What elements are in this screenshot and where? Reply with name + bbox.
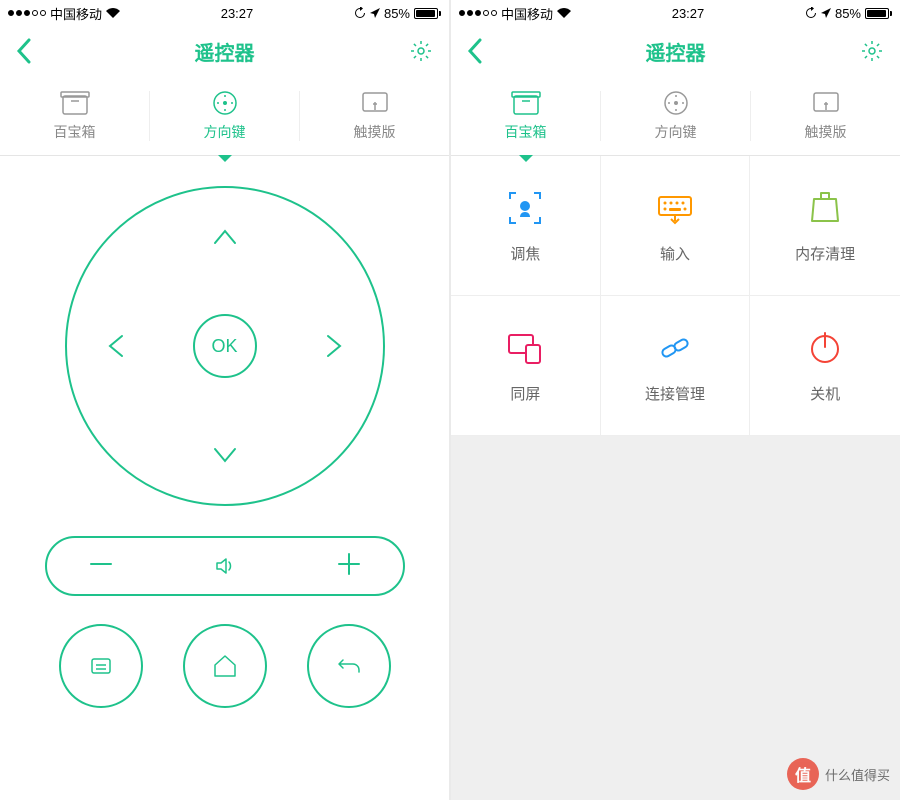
- tool-clean[interactable]: 内存清理: [750, 156, 900, 296]
- back-button[interactable]: [467, 38, 483, 64]
- tab-label: 百宝箱: [505, 122, 547, 142]
- watermark: 值 什么值得买: [787, 758, 890, 790]
- watermark-badge: 值: [787, 758, 819, 790]
- back-button[interactable]: [16, 38, 32, 64]
- tab-toolbox[interactable]: 百宝箱: [451, 76, 600, 155]
- settings-button[interactable]: [860, 39, 884, 63]
- signal-dots-icon: [8, 10, 46, 16]
- wifi-icon: [557, 8, 571, 18]
- box-icon: [60, 90, 90, 116]
- speaker-icon: [211, 552, 239, 580]
- chevron-left-icon: [102, 331, 132, 361]
- chevron-right-icon: [318, 331, 348, 361]
- battery-icon: [414, 8, 441, 19]
- signal-dots-icon: [459, 10, 497, 16]
- settings-button[interactable]: [409, 39, 433, 63]
- minus-icon: [87, 550, 115, 578]
- dpad-down-button[interactable]: [210, 439, 240, 469]
- screen-dpad: 中国移动 23:27 85% 遥控器 百宝箱: [0, 0, 449, 800]
- battery-icon: [865, 8, 892, 19]
- tab-label: 触摸版: [354, 122, 396, 142]
- back-nav-button[interactable]: [307, 624, 391, 708]
- dpad-ring: OK: [65, 186, 385, 506]
- clock-label: 23:27: [672, 6, 705, 21]
- tool-power[interactable]: 关机: [750, 296, 900, 436]
- carrier-label: 中国移动: [501, 4, 553, 23]
- wifi-icon: [106, 8, 120, 18]
- menu-button[interactable]: [59, 624, 143, 708]
- volume-control: [45, 536, 405, 596]
- status-bar: 中国移动 23:27 85%: [451, 0, 900, 26]
- mirror-icon: [504, 327, 546, 369]
- tool-label: 连接管理: [645, 383, 705, 404]
- ok-label: OK: [211, 336, 237, 357]
- location-icon: [370, 8, 380, 18]
- volume-up-button[interactable]: [335, 550, 363, 583]
- tab-dpad[interactable]: 方向键: [601, 76, 750, 155]
- chevron-down-icon: [210, 439, 240, 469]
- tools-grid: 调焦 输入 内存清理 同屏 连接管理: [451, 156, 900, 436]
- watermark-text: 什么值得买: [825, 765, 890, 784]
- box-icon: [511, 90, 541, 116]
- home-icon: [209, 650, 241, 682]
- dpad-up-button[interactable]: [210, 223, 240, 253]
- tool-label: 调焦: [510, 243, 540, 264]
- screen-toolbox: 中国移动 23:27 85% 遥控器 百宝箱: [451, 0, 900, 800]
- tabs-row: 百宝箱 方向键 触摸版: [451, 76, 900, 156]
- nav-header: 遥控器: [0, 26, 449, 76]
- status-bar: 中国移动 23:27 85%: [0, 0, 449, 26]
- tab-dpad[interactable]: 方向键: [150, 76, 299, 155]
- page-title: 遥控器: [195, 37, 255, 66]
- refresh-icon: [354, 7, 366, 19]
- dpad-ok-button[interactable]: OK: [193, 314, 257, 378]
- tab-touchpad[interactable]: 触摸版: [751, 76, 900, 155]
- tool-label: 关机: [810, 383, 840, 404]
- dpad-right-button[interactable]: [318, 331, 348, 361]
- battery-pct: 85%: [384, 6, 410, 21]
- touchpad-icon: [811, 90, 841, 116]
- tab-toolbox[interactable]: 百宝箱: [0, 76, 149, 155]
- bottom-buttons: [59, 624, 391, 708]
- dpad-icon: [661, 90, 691, 116]
- tool-mirror[interactable]: 同屏: [451, 296, 601, 436]
- tab-label: 百宝箱: [54, 122, 96, 142]
- menu-icon: [85, 650, 117, 682]
- tab-label: 方向键: [655, 122, 697, 142]
- plus-icon: [335, 550, 363, 578]
- tool-label: 输入: [660, 243, 690, 264]
- refresh-icon: [805, 7, 817, 19]
- tabs-row: 百宝箱 方向键 触摸版: [0, 76, 449, 156]
- link-icon: [654, 327, 696, 369]
- chevron-up-icon: [210, 223, 240, 253]
- tool-link[interactable]: 连接管理: [601, 296, 751, 436]
- nav-header: 遥控器: [451, 26, 900, 76]
- tool-focus[interactable]: 调焦: [451, 156, 601, 296]
- home-button[interactable]: [183, 624, 267, 708]
- dpad-left-button[interactable]: [102, 331, 132, 361]
- focus-icon: [504, 187, 546, 229]
- carrier-label: 中国移动: [50, 4, 102, 23]
- power-icon: [804, 327, 846, 369]
- touchpad-icon: [360, 90, 390, 116]
- dpad-area: OK: [0, 156, 449, 800]
- empty-area: [451, 436, 900, 800]
- return-icon: [333, 650, 365, 682]
- tab-label: 方向键: [204, 122, 246, 142]
- battery-pct: 85%: [835, 6, 861, 21]
- tool-input[interactable]: 输入: [601, 156, 751, 296]
- location-icon: [821, 8, 831, 18]
- clean-icon: [804, 187, 846, 229]
- tab-label: 触摸版: [805, 122, 847, 142]
- page-title: 遥控器: [646, 37, 706, 66]
- volume-down-button[interactable]: [87, 550, 115, 583]
- dpad-icon: [210, 90, 240, 116]
- clock-label: 23:27: [221, 6, 254, 21]
- tool-label: 内存清理: [795, 243, 855, 264]
- tab-touchpad[interactable]: 触摸版: [300, 76, 449, 155]
- tool-label: 同屏: [510, 383, 540, 404]
- keyboard-icon: [654, 187, 696, 229]
